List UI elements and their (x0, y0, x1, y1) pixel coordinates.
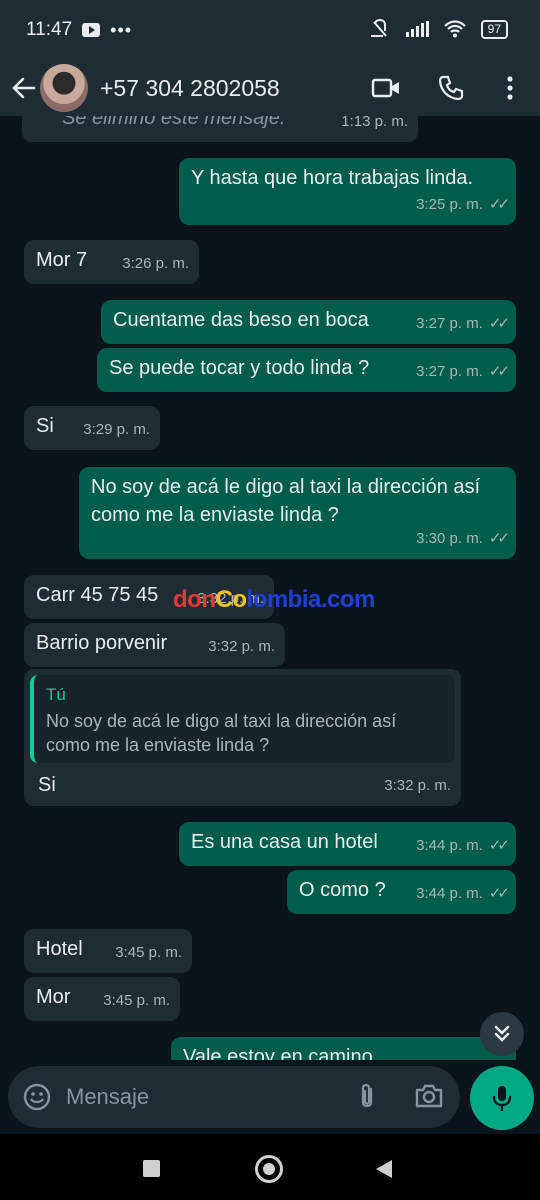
quoted-text: No soy de acá le digo al taxi la direcci… (46, 711, 397, 755)
read-ticks-icon: ✓✓ (488, 885, 510, 902)
avatar[interactable] (40, 64, 88, 112)
message-bubble-incoming[interactable]: Barrio porvenir 3:32 p. m. (24, 623, 285, 667)
composer-bar: Mensaje (0, 1060, 540, 1134)
quoted-message[interactable]: Tú No soy de acá le digo al taxi la dire… (30, 675, 455, 763)
message-meta: 3:44 p. m. ✓✓ (416, 832, 510, 860)
quoted-author: Tú (46, 685, 66, 704)
read-ticks-icon: ✓✓ (488, 837, 510, 854)
camera-icon[interactable] (414, 1082, 444, 1110)
message-meta: 3:29 p. m. (83, 416, 150, 444)
read-ticks-icon: ✓✓ (488, 363, 510, 380)
home-button[interactable] (255, 1155, 283, 1183)
emoji-icon[interactable] (22, 1082, 52, 1112)
message-text: Se eliminó este mensaje. (62, 116, 286, 129)
message-time: 3:29 p. m. (83, 421, 150, 438)
message-time: 3:32 p. m. (384, 777, 451, 794)
mute-vibrate-icon (370, 18, 387, 37)
message-time: 3:32 p. m. (208, 638, 275, 655)
message-text: Y hasta que hora trabajas linda. (191, 167, 474, 189)
message-time: 3:44 p. m. (416, 885, 483, 902)
message-text: Cuentame das beso en boca (113, 309, 369, 331)
battery-indicator: 97 (480, 19, 508, 39)
message-meta: 3:32 p. m. (208, 633, 275, 661)
signal-icon (405, 21, 429, 37)
message-list[interactable]: Se eliminó este mensaje. 1:13 p. m. Y ha… (0, 116, 540, 1060)
message-text: Se puede tocar y todo linda ? (109, 357, 370, 379)
contact-name[interactable]: +57 304 2802058 (100, 75, 280, 102)
notification-dots-icon: ••• (110, 19, 133, 40)
message-bubble-outgoing[interactable]: No soy de acá le digo al taxi la direcci… (79, 467, 516, 559)
message-bubble-incoming[interactable]: Tú No soy de acá le digo al taxi la dire… (24, 669, 461, 806)
system-nav-bar (0, 1134, 540, 1200)
message-text: O como ? (299, 879, 386, 901)
message-text: Mor 7 (36, 249, 88, 271)
status-time: 11:47 (26, 19, 73, 40)
message-text: Mor (36, 986, 71, 1008)
watermark: donColombia.com (173, 586, 375, 613)
status-icons: 97 (368, 18, 508, 40)
message-bubble-incoming[interactable]: Se eliminó este mensaje. 1:13 p. m. (22, 116, 418, 142)
scroll-to-bottom-button[interactable] (480, 1012, 524, 1056)
message-meta: 1:13 p. m. (341, 116, 408, 136)
message-time: 3:45 p. m. (115, 944, 182, 961)
message-text: Carr 45 75 45 (36, 584, 159, 606)
message-meta: 3:44 p. m. ✓✓ (416, 880, 510, 908)
video-call-icon[interactable] (371, 74, 401, 102)
message-time: 3:26 p. m. (122, 255, 189, 272)
message-bubble-outgoing[interactable]: Es una casa un hotel 3:44 p. m. ✓✓ (179, 822, 516, 866)
message-meta: 3:45 p. m. (103, 987, 170, 1015)
paperclip-icon[interactable] (354, 1082, 380, 1112)
message-meta: 3:45 p. m. (115, 939, 182, 967)
message-text: Si (38, 774, 56, 796)
read-ticks-icon: ✓✓ (488, 530, 510, 547)
phone-icon[interactable] (437, 74, 465, 102)
message-bubble-incoming[interactable]: Mor 3:45 p. m. (24, 977, 180, 1021)
message-meta: 3:26 p. m. (122, 250, 189, 278)
double-chevron-down-icon (494, 1025, 510, 1042)
voice-record-button[interactable] (470, 1066, 534, 1130)
message-time: 3:27 p. m. (416, 315, 483, 332)
message-time: 3:27 p. m. (416, 363, 483, 380)
back-nav-icon[interactable] (374, 1158, 394, 1180)
message-time: 1:13 p. m. (341, 116, 408, 130)
more-vertical-icon[interactable] (500, 74, 520, 102)
message-time: 3:25 p. m. (416, 196, 483, 213)
arrow-left-icon[interactable] (10, 74, 38, 102)
chat-header: +57 304 2802058 (0, 60, 540, 116)
status-bar: 11:47 ••• 97 (0, 0, 540, 60)
message-time: 3:44 p. m. (416, 837, 483, 854)
message-text: No soy de acá le digo al taxi la direcci… (91, 476, 481, 526)
message-text: Hotel (36, 938, 83, 960)
message-meta: 3:25 p. m. ✓✓ (416, 191, 510, 219)
message-bubble-outgoing[interactable]: O como ? 3:44 p. m. ✓✓ (287, 870, 516, 914)
microphone-icon (492, 1086, 512, 1112)
message-text: Barrio porvenir (36, 632, 168, 654)
message-input[interactable]: Mensaje (8, 1066, 460, 1128)
message-meta: 3:30 p. m. ✓✓ (416, 525, 510, 553)
message-bubble-outgoing[interactable]: Se puede tocar y todo linda ? 3:27 p. m.… (97, 348, 516, 392)
message-bubble-incoming[interactable]: Mor 7 3:26 p. m. (24, 240, 199, 284)
wifi-icon (443, 20, 466, 38)
message-text: Si (36, 415, 54, 437)
message-bubble-outgoing[interactable]: Cuentame das beso en boca 3:27 p. m. ✓✓ (101, 300, 516, 344)
message-text: Es una casa un hotel (191, 831, 378, 853)
message-text: Vale estoy en camino (183, 1046, 373, 1060)
message-meta: 3:27 p. m. ✓✓ (416, 310, 510, 338)
message-meta: 3:27 p. m. ✓✓ (416, 358, 510, 386)
read-ticks-icon: ✓✓ (488, 315, 510, 332)
message-placeholder: Mensaje (66, 1084, 150, 1109)
message-meta: 3:32 p. m. (384, 772, 451, 800)
message-bubble-incoming[interactable]: Si 3:29 p. m. (24, 406, 160, 450)
message-bubble-incoming[interactable]: Hotel 3:45 p. m. (24, 929, 192, 973)
message-time: 3:45 p. m. (103, 992, 170, 1009)
message-time: 3:30 p. m. (416, 530, 483, 547)
youtube-icon (82, 23, 101, 37)
message-bubble-outgoing[interactable]: Vale estoy en camino (171, 1037, 516, 1060)
message-bubble-outgoing[interactable]: Y hasta que hora trabajas linda. 3:25 p.… (179, 158, 516, 225)
read-ticks-icon: ✓✓ (488, 196, 510, 213)
recents-button[interactable] (143, 1160, 160, 1177)
